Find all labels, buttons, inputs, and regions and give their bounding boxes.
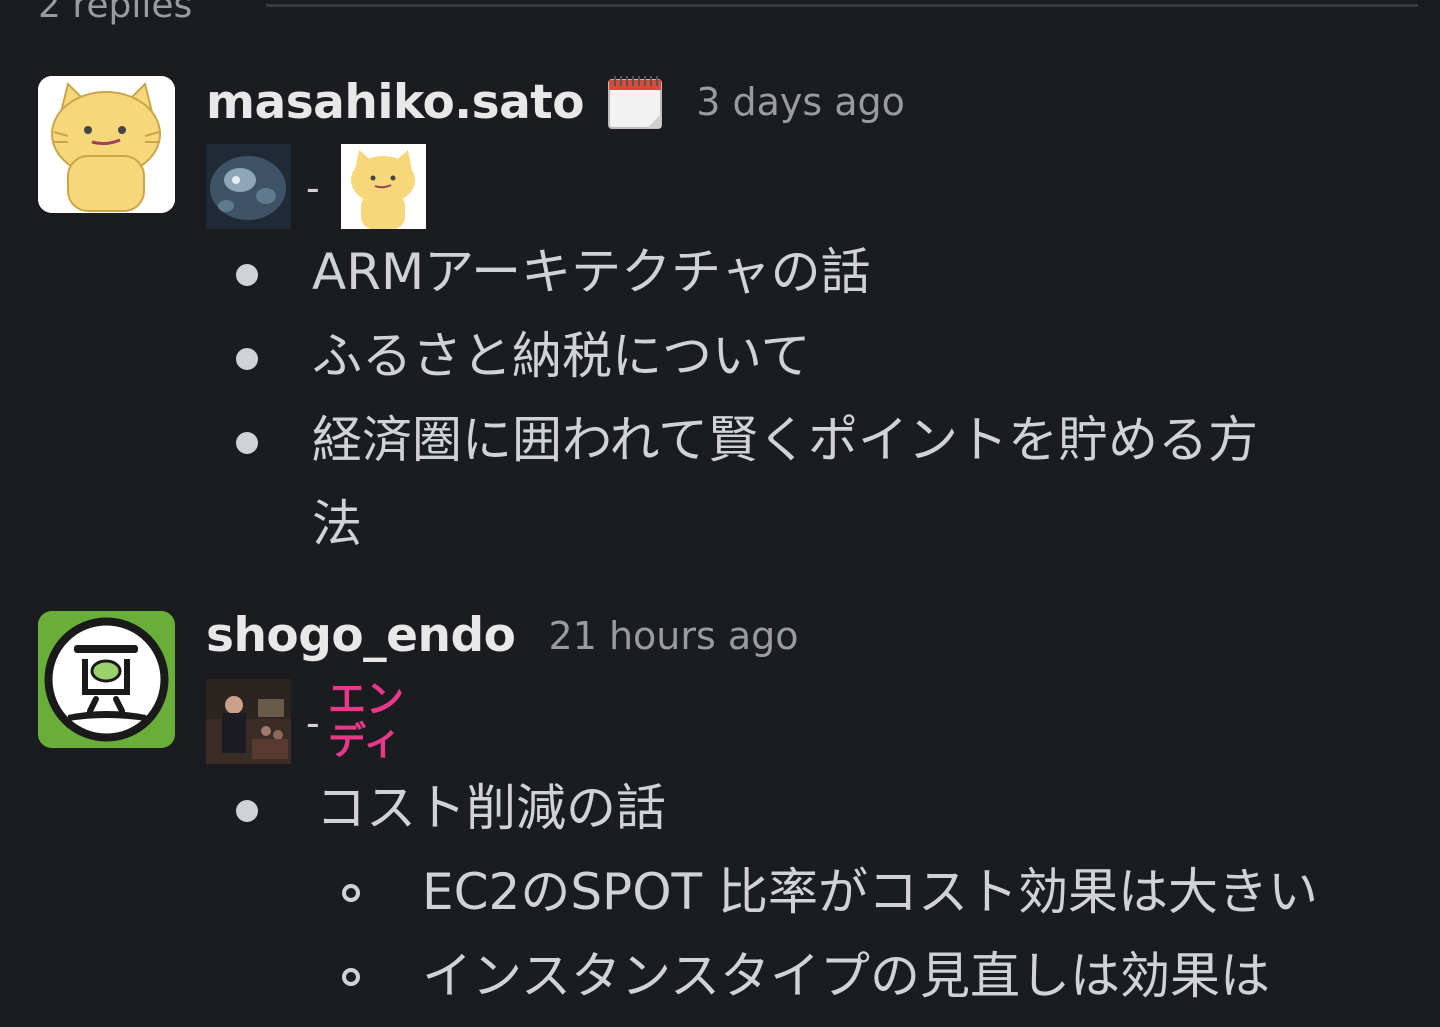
topic-list: コスト削減の話 EC2のSPOT 比率がコスト効果は大きい インスタンスタイプの… (236, 766, 1436, 1018)
avatar-shogo[interactable] (38, 611, 175, 748)
list-item: コスト削減の話 (236, 766, 1436, 850)
sub-list-item: インスタンスタイプの見直しは効果は (236, 934, 1436, 1018)
cat-image-thumbnail[interactable] (341, 144, 426, 229)
replies-divider: 2 replies (38, 0, 1418, 28)
bullet-icon (236, 432, 258, 454)
list-item-continuation: 法 (312, 495, 362, 553)
avatar-masahiko[interactable] (38, 76, 175, 213)
list-item: ふるさと納税について (236, 314, 1436, 398)
username[interactable]: masahiko.sato (206, 75, 585, 130)
bullet-icon (236, 800, 258, 822)
divider-line (266, 4, 1418, 7)
calendar-spiral-icon[interactable] (607, 74, 663, 130)
replies-count[interactable]: 2 replies (38, 0, 192, 28)
bean-logo-avatar-icon (38, 611, 175, 748)
timestamp[interactable]: 3 days ago (696, 80, 905, 124)
attachment-row: - エン ディ (206, 679, 446, 765)
drum-image-thumbnail[interactable] (206, 144, 291, 229)
display-name-line-2: ディ (328, 719, 402, 763)
display-name-line-1: エン (328, 677, 405, 721)
cat-avatar-icon (38, 76, 175, 213)
list-item: ARMアーキテクチャの話 (236, 230, 1436, 314)
message-header: masahiko.sato 3 days ago (206, 74, 905, 130)
sub-bullet-icon (342, 884, 360, 902)
event-photo-thumbnail[interactable] (206, 679, 291, 764)
sub-list-item: EC2のSPOT 比率がコスト効果は大きい (236, 850, 1436, 934)
attachment-row: - (206, 144, 436, 230)
timestamp[interactable]: 21 hours ago (549, 614, 799, 658)
separator: - (306, 166, 320, 210)
separator: - (306, 701, 320, 745)
topic-list: ARMアーキテクチャの話 ふるさと納税について 経済圏に囲われて賢くポイントを貯… (236, 230, 1436, 566)
list-item: 経済圏に囲われて賢くポイントを貯める方 (236, 398, 1436, 482)
bullet-icon (236, 348, 258, 370)
sub-bullet-icon (342, 968, 360, 986)
thread-view: 2 replies masahiko.sato 3 days ago - ARM… (0, 0, 1440, 1027)
bullet-icon (236, 264, 258, 286)
username[interactable]: shogo_endo (206, 608, 516, 663)
message-header: shogo_endo 21 hours ago (206, 608, 799, 663)
